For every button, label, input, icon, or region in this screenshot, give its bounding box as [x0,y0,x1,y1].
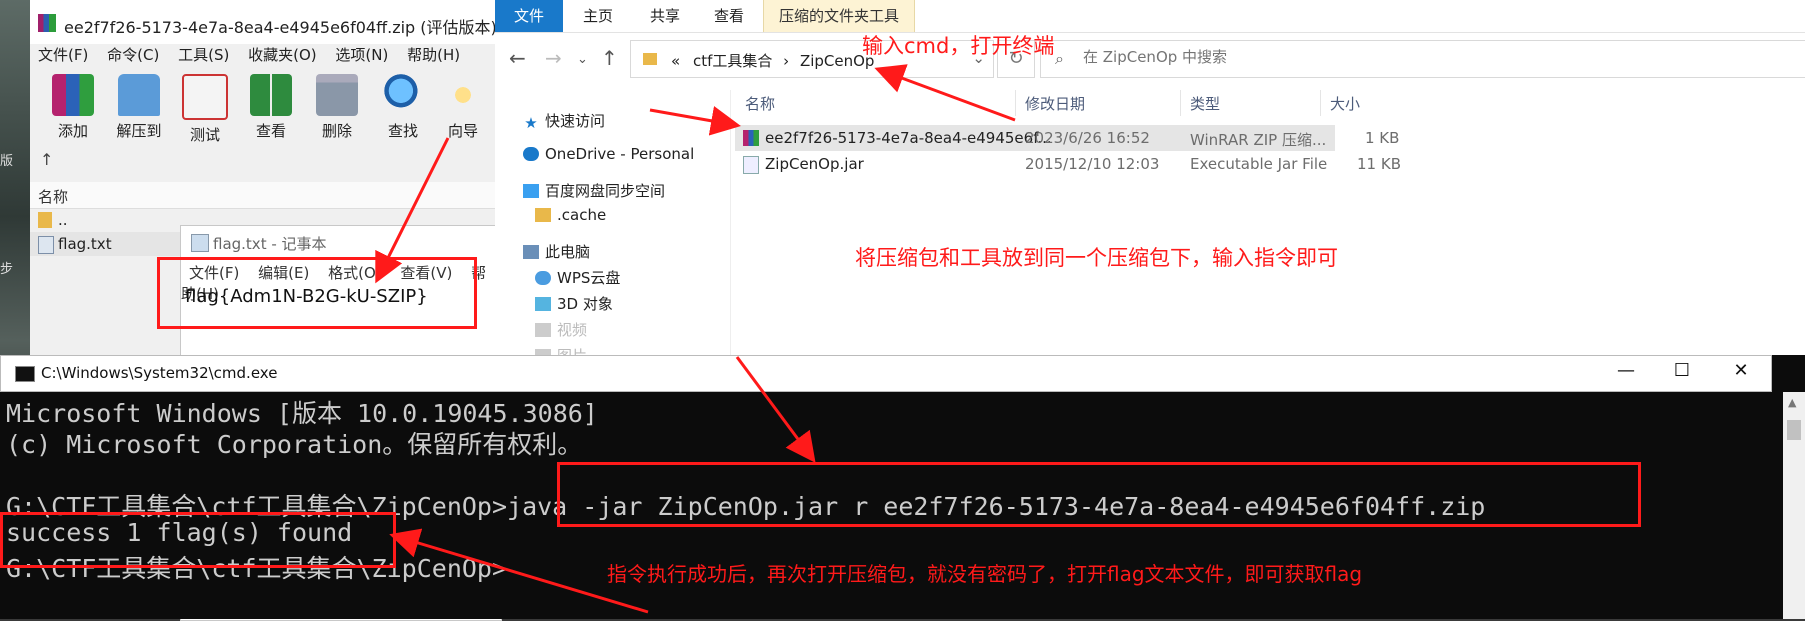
arrow-to-zip-file [649,106,741,136]
arrow-to-address-bar [874,64,1016,122]
arrow-to-command [735,356,816,463]
arrow-to-success [389,528,649,614]
arrow-to-notepad [375,137,450,284]
annotation-arrows [375,64,1016,614]
